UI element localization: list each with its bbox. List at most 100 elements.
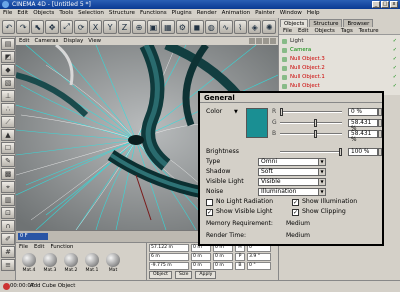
render-view-icon[interactable]: ▣ <box>146 20 161 34</box>
brightness-slider[interactable]: 100 % <box>272 148 382 156</box>
object-row[interactable]: Null Object.2 ✓ <box>282 64 397 73</box>
render-picture-icon[interactable]: ▦ <box>161 20 175 34</box>
menu-item-plugins[interactable]: Plugins <box>172 9 192 18</box>
value-spinner[interactable] <box>378 108 382 116</box>
visibility-check-icon[interactable]: ✓ <box>393 64 397 73</box>
coordinate-field[interactable]: 0 m <box>191 262 211 270</box>
chevron-down-icon[interactable]: ▼ <box>318 189 325 195</box>
menu-item-render[interactable]: Render <box>197 9 217 18</box>
menu-item-tools[interactable]: Tools <box>59 9 73 18</box>
object-name[interactable]: Null Object.3 <box>290 55 325 64</box>
grid-icon[interactable]: # <box>1 246 15 258</box>
chevron-down-icon[interactable]: ▼ <box>318 159 325 165</box>
viewport-menu-edit[interactable]: Edit <box>19 37 29 45</box>
no-light-radiation-checkbox[interactable]: No Light Radiation <box>206 198 273 206</box>
menu-item-selection[interactable]: Selection <box>78 9 104 18</box>
move-icon[interactable]: ✥ <box>45 20 59 34</box>
coordinate-field[interactable]: 0 m <box>213 262 233 270</box>
channel-value-field[interactable]: 0 % <box>348 108 378 116</box>
points-mode-icon[interactable]: ∴ <box>1 103 15 115</box>
coordinate-field[interactable]: 3.9 ° <box>247 253 271 261</box>
checkbox-box[interactable]: ✓ <box>206 208 213 216</box>
close-icon[interactable]: x <box>390 1 398 8</box>
viewport-menu-cameras[interactable]: Cameras <box>34 37 58 45</box>
material-swatch[interactable]: Mat.3 <box>41 253 59 275</box>
show-illumination-checkbox[interactable]: ✓ Show Illumination <box>292 198 357 206</box>
layers-icon[interactable]: ≡ <box>1 259 15 271</box>
visibility-check-icon[interactable]: ✓ <box>393 82 397 91</box>
slider-knob[interactable] <box>280 108 283 116</box>
cube-icon[interactable]: ◼ <box>190 20 204 34</box>
zoom-icon[interactable] <box>256 38 262 44</box>
brush-icon[interactable]: ✐ <box>1 233 15 245</box>
render-settings-icon[interactable]: ⚙ <box>175 20 190 34</box>
snap-icon[interactable]: ⌖ <box>1 181 15 193</box>
visible-light-dropdown[interactable]: Visible ▼ <box>258 178 326 186</box>
object-row[interactable]: Null Object.3 ✓ <box>282 55 397 64</box>
slider-knob[interactable] <box>314 130 318 138</box>
object-row[interactable]: Null Object ✓ <box>282 82 397 91</box>
menu-item-objects[interactable]: Objects <box>33 9 54 18</box>
lock-icon[interactable]: ⊡ <box>1 207 15 219</box>
shadow-dropdown[interactable]: Soft ▼ <box>258 168 326 176</box>
object-row[interactable]: Light ✓ <box>282 37 397 46</box>
object-name[interactable]: Null Object.1 <box>290 73 325 82</box>
undo-icon[interactable]: ↶ <box>2 20 16 34</box>
value-spinner[interactable] <box>378 119 382 127</box>
minimize-icon[interactable]: _ <box>372 1 380 8</box>
tab-structure[interactable]: Structure <box>309 19 343 27</box>
timeline-current-frame[interactable]: 0 F <box>18 233 48 240</box>
type-dropdown[interactable]: Omni ▼ <box>258 158 326 166</box>
visibility-check-icon[interactable]: ✓ <box>393 37 397 46</box>
viewport-menu-view[interactable]: View <box>88 37 101 45</box>
object-name[interactable]: Null Object.2 <box>290 64 325 73</box>
x-axis-icon[interactable]: X <box>88 20 103 34</box>
coordinate-field[interactable]: 0 m <box>191 253 211 261</box>
channel-value-field[interactable]: 58.431 % <box>348 119 378 132</box>
object-name[interactable]: Camera <box>290 46 311 55</box>
slider-knob[interactable] <box>314 119 318 127</box>
world-coords-icon[interactable]: ⊕ <box>132 20 146 34</box>
noise-dropdown[interactable]: Illumination ▼ <box>258 188 326 196</box>
material-swatch[interactable]: Mat <box>104 253 122 275</box>
visibility-check-icon[interactable]: ✓ <box>393 73 397 82</box>
menu-item-functions[interactable]: Functions <box>140 9 167 18</box>
tab-objects[interactable]: Objects <box>280 19 309 27</box>
light-icon[interactable]: ✺ <box>262 20 276 34</box>
tab-browser[interactable]: Browser <box>343 19 374 27</box>
menu-item-animation[interactable]: Animation <box>222 9 251 18</box>
object-menu-edit[interactable]: Edit <box>298 27 308 34</box>
object-row[interactable]: Null Object.1 ✓ <box>282 73 397 82</box>
color-r-slider[interactable]: R 0 % <box>272 108 382 116</box>
z-axis-icon[interactable]: Z <box>117 20 132 34</box>
slider-track[interactable] <box>280 111 342 113</box>
material-swatch[interactable]: Mat.4 <box>20 253 38 275</box>
y-axis-icon[interactable]: Y <box>103 20 117 34</box>
scale-icon[interactable]: ⤢ <box>59 20 74 34</box>
checker-icon[interactable]: ▩ <box>1 168 15 180</box>
magnet-icon[interactable]: ∩ <box>1 220 15 232</box>
chevron-down-icon[interactable]: ▼ <box>318 169 325 175</box>
maximize-view-icon[interactable] <box>270 38 276 44</box>
paint-mode-icon[interactable]: ✎ <box>1 155 15 167</box>
color-expand-icon[interactable]: ▼ <box>234 108 238 116</box>
object-row[interactable]: Camera ✓ <box>282 46 397 55</box>
object-menu-objects[interactable]: Objects <box>314 27 334 34</box>
axis-mode-icon[interactable]: ⊥ <box>1 90 15 102</box>
material-menu-file[interactable]: File <box>19 243 28 251</box>
apply-button[interactable]: Apply <box>195 271 217 279</box>
brightness-field[interactable]: 100 % <box>348 148 378 156</box>
color-swatch[interactable] <box>246 108 268 138</box>
coordinate-field[interactable]: -9.775 m <box>149 262 189 270</box>
menu-item-help[interactable]: Help <box>307 9 320 18</box>
model-mode-icon[interactable]: ◩ <box>1 51 15 63</box>
object-menu-tags[interactable]: Tags <box>341 27 353 34</box>
brightness-knob[interactable] <box>339 148 342 156</box>
brightness-spinner[interactable] <box>378 148 382 156</box>
edges-mode-icon[interactable]: ⟋ <box>1 116 15 128</box>
coordinate-mode-dropdown[interactable]: Object <box>149 271 172 279</box>
polygons-mode-icon[interactable]: ▲ <box>1 129 15 141</box>
menu-item-window[interactable]: Window <box>280 9 302 18</box>
menu-item-edit[interactable]: Edit <box>17 9 28 18</box>
color-b-slider[interactable]: B 58.431 % <box>272 130 382 143</box>
